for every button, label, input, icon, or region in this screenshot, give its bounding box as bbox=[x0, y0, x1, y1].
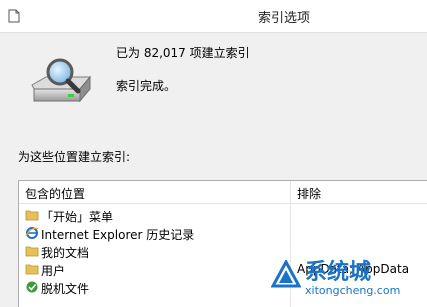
location-name: 脱机文件 bbox=[41, 282, 90, 296]
location-name: 「开始」菜单 bbox=[41, 210, 114, 224]
indexed-locations-label: 为这些位置建立索引: bbox=[18, 150, 131, 164]
location-name: Internet Explorer 历史记录 bbox=[41, 228, 195, 242]
indexed-item-count: 已为 82,017 项建立索引 bbox=[116, 46, 250, 60]
folder-icon bbox=[25, 246, 39, 257]
column-header-excluded[interactable]: 排除 bbox=[297, 185, 321, 202]
location-name: 用户 bbox=[41, 264, 66, 278]
offline-files-icon bbox=[26, 281, 38, 293]
watermark-logo-icon bbox=[271, 260, 301, 288]
table-row[interactable]: Internet Explorer 历史记录 bbox=[19, 224, 427, 242]
folder-icon bbox=[25, 264, 39, 275]
internet-explorer-icon bbox=[25, 227, 39, 239]
window-title: 索引选项 bbox=[258, 11, 311, 26]
document-icon bbox=[8, 9, 20, 23]
watermark: 系统城 xitongcheng.com bbox=[271, 254, 421, 302]
title-bar: 索引选项 bbox=[0, 0, 427, 32]
watermark-title: 系统城 bbox=[305, 260, 372, 285]
column-header-included[interactable]: 包含的位置 bbox=[25, 185, 85, 202]
indexed-drive-magnifier-icon bbox=[31, 58, 92, 103]
indexing-status: 索引完成。 bbox=[116, 79, 177, 93]
watermark-url: xitongcheng.com bbox=[305, 284, 401, 297]
folder-icon bbox=[25, 210, 39, 221]
location-name: 我的文档 bbox=[41, 246, 90, 260]
table-row[interactable]: 「开始」菜单 bbox=[19, 206, 427, 224]
table-header: 包含的位置 排除 bbox=[19, 181, 427, 204]
